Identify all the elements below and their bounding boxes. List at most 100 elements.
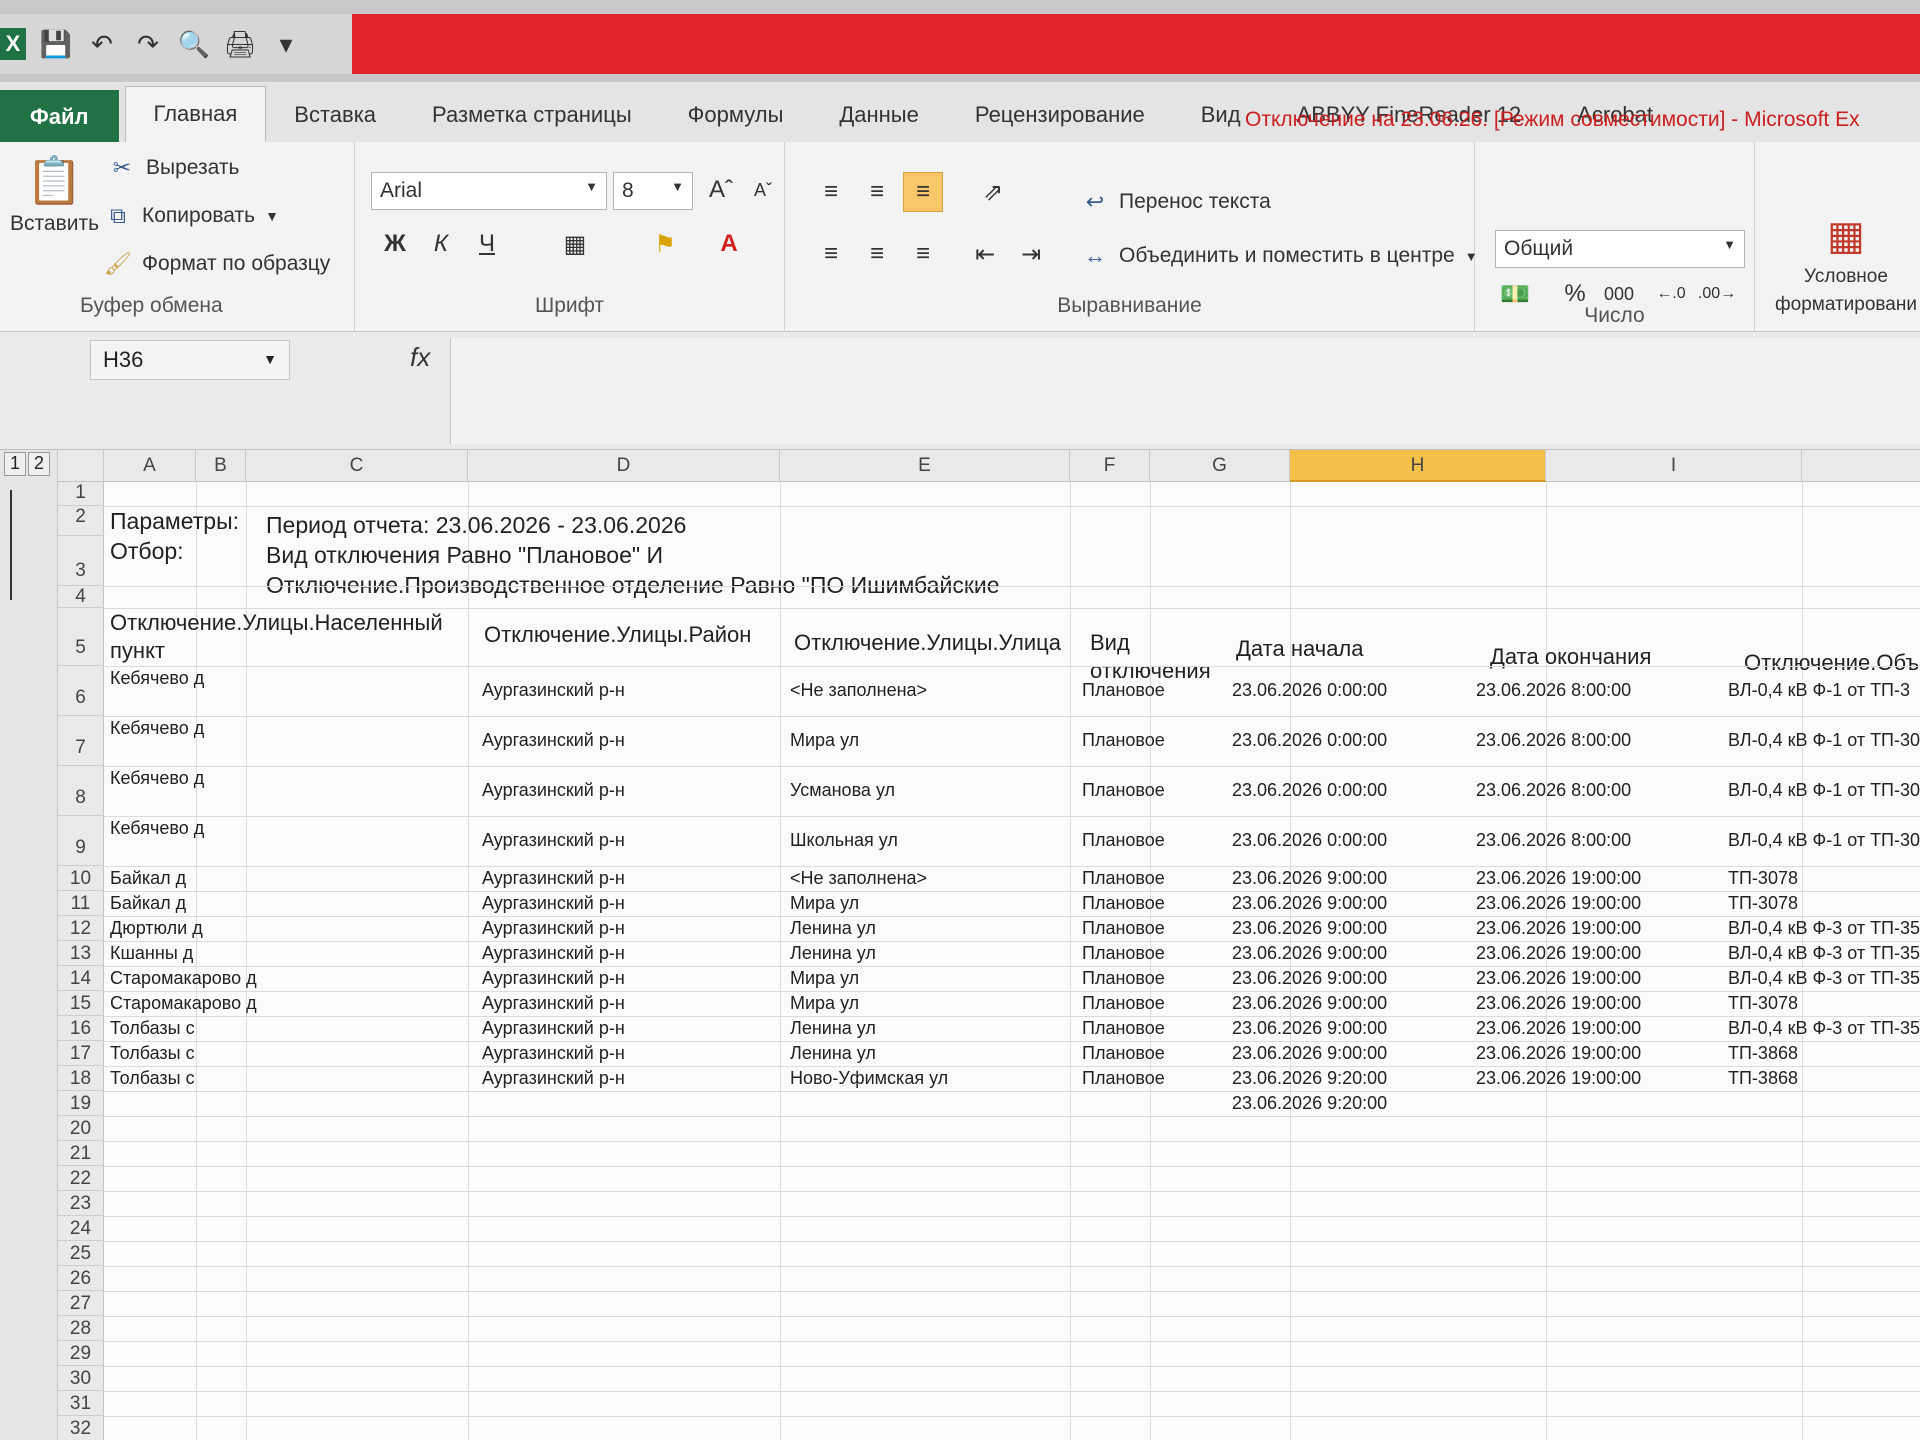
row-header[interactable]: 10: [58, 866, 104, 891]
row-header[interactable]: 12: [58, 916, 104, 941]
row-header[interactable]: 4: [58, 586, 104, 608]
cell-end[interactable]: 23.06.2026 19:00:00: [1476, 1068, 1641, 1089]
cell-kind[interactable]: Плановое: [1082, 993, 1165, 1014]
tab-data[interactable]: Данные: [811, 102, 946, 142]
row-header[interactable]: 16: [58, 1016, 104, 1041]
cell-district[interactable]: Аургазинский р-н: [482, 968, 625, 989]
cell-end[interactable]: 23.06.2026 19:00:00: [1476, 943, 1641, 964]
align-left-icon[interactable]: ≡: [811, 234, 851, 274]
cell-start[interactable]: 23.06.2026 9:00:00: [1232, 1018, 1387, 1039]
cell-object[interactable]: ТП-3868: [1728, 1043, 1798, 1064]
cell-settlement[interactable]: Толбазы с: [110, 1018, 195, 1039]
font-color-icon[interactable]: A: [709, 224, 749, 264]
cell-object[interactable]: ВЛ-0,4 кВ Ф-1 от ТП-30: [1728, 780, 1920, 801]
outline-level-1-button[interactable]: 1: [4, 452, 26, 476]
font-name-select[interactable]: Arial ▼: [371, 172, 607, 210]
cell-street[interactable]: Усманова ул: [790, 780, 895, 801]
bold-button[interactable]: Ж: [375, 224, 415, 264]
cell-start[interactable]: 23.06.2026 9:00:00: [1232, 968, 1387, 989]
cell-kind[interactable]: Плановое: [1082, 1068, 1165, 1089]
cell-kind[interactable]: Плановое: [1082, 918, 1165, 939]
cell-kind[interactable]: Плановое: [1082, 893, 1165, 914]
cell-street[interactable]: Ленина ул: [790, 943, 876, 964]
cell-district[interactable]: Аургазинский р-н: [482, 680, 625, 701]
cell-settlement[interactable]: Кебячево д: [110, 818, 204, 839]
row-header[interactable]: 19: [58, 1091, 104, 1116]
cell-street[interactable]: Мира ул: [790, 730, 859, 751]
cell-start[interactable]: 23.06.2026 9:00:00: [1232, 893, 1387, 914]
name-box[interactable]: H36 ▼: [90, 340, 290, 380]
cell-district[interactable]: Аургазинский р-н: [482, 1018, 625, 1039]
row-header[interactable]: 30: [58, 1366, 104, 1391]
shrink-font-button[interactable]: Aˇ: [743, 170, 783, 210]
cell-kind[interactable]: Плановое: [1082, 730, 1165, 751]
cell-street[interactable]: Мира ул: [790, 968, 859, 989]
cell-district[interactable]: Аургазинский р-н: [482, 1068, 625, 1089]
cell-settlement[interactable]: Дюртюли д: [110, 918, 203, 939]
row-header[interactable]: 6: [58, 666, 104, 716]
row-header[interactable]: 22: [58, 1166, 104, 1191]
cell-object[interactable]: ТП-3078: [1728, 893, 1798, 914]
print-preview-icon[interactable]: 🔍: [178, 28, 210, 60]
increase-indent-icon[interactable]: ⇥: [1011, 234, 1051, 274]
cell-district[interactable]: Аургазинский р-н: [482, 943, 625, 964]
row-header[interactable]: 31: [58, 1391, 104, 1416]
merge-center-button[interactable]: ↔ Объединить и поместить в центре ▼: [1081, 242, 1478, 270]
cell-start[interactable]: 23.06.2026 0:00:00: [1232, 780, 1387, 801]
row-header[interactable]: 15: [58, 991, 104, 1016]
cell-start[interactable]: 23.06.2026 9:00:00: [1232, 993, 1387, 1014]
cell-street[interactable]: Ленина ул: [790, 1043, 876, 1064]
copy-button[interactable]: ⧉ Копировать ▼: [104, 202, 279, 230]
row-header[interactable]: 25: [58, 1241, 104, 1266]
orientation-icon[interactable]: ⇗: [973, 172, 1013, 212]
cell-kind[interactable]: Плановое: [1082, 868, 1165, 889]
column-header-d[interactable]: D: [468, 450, 780, 482]
row-header[interactable]: 26: [58, 1266, 104, 1291]
cut-button[interactable]: ✂ Вырезать: [108, 154, 240, 182]
row-header[interactable]: 17: [58, 1041, 104, 1066]
cell-start[interactable]: 23.06.2026 9:20:00: [1232, 1093, 1387, 1114]
row-header[interactable]: 27: [58, 1291, 104, 1316]
cell-settlement[interactable]: Толбазы с: [110, 1043, 195, 1064]
row-header[interactable]: 28: [58, 1316, 104, 1341]
cell-start[interactable]: 23.06.2026 9:00:00: [1232, 1043, 1387, 1064]
cell-end[interactable]: 23.06.2026 8:00:00: [1476, 730, 1631, 751]
cell-settlement[interactable]: Байкал д: [110, 868, 186, 889]
tab-insert[interactable]: Вставка: [266, 102, 404, 142]
cell-street[interactable]: Мира ул: [790, 893, 859, 914]
cell-end[interactable]: 23.06.2026 19:00:00: [1476, 993, 1641, 1014]
column-header-e[interactable]: E: [780, 450, 1070, 482]
row-header[interactable]: 5: [58, 608, 104, 666]
row-header[interactable]: 9: [58, 816, 104, 866]
row-header[interactable]: 24: [58, 1216, 104, 1241]
cell-end[interactable]: 23.06.2026 19:00:00: [1476, 968, 1641, 989]
number-format-select[interactable]: Общий ▼: [1495, 230, 1745, 268]
cell-kind[interactable]: Плановое: [1082, 830, 1165, 851]
italic-button[interactable]: К: [421, 224, 461, 264]
cell-street[interactable]: <Не заполнена>: [790, 680, 927, 701]
formula-input[interactable]: [450, 338, 1920, 444]
redo-icon[interactable]: ↷: [132, 28, 164, 60]
cell-settlement[interactable]: Кшанны д: [110, 943, 193, 964]
cell-object[interactable]: ВЛ-0,4 кВ Ф-3 от ТП-3519: [1728, 918, 1920, 939]
row-header[interactable]: 21: [58, 1141, 104, 1166]
worksheet-grid[interactable]: 1 2 A B C D E F G H I 1 2 3 4 5 Параметр…: [0, 450, 1920, 1440]
cell-object[interactable]: ВЛ-0,4 кВ Ф-3 от ТП-3519: [1728, 968, 1920, 989]
grow-font-button[interactable]: Aˆ: [701, 170, 741, 210]
cell-kind[interactable]: Плановое: [1082, 943, 1165, 964]
column-header-c[interactable]: C: [246, 450, 468, 482]
select-all-corner[interactable]: [58, 450, 104, 482]
cell-start[interactable]: 23.06.2026 9:20:00: [1232, 1068, 1387, 1089]
cell-settlement[interactable]: Старомакарово д: [110, 968, 257, 989]
column-header-g[interactable]: G: [1150, 450, 1290, 482]
cell-start[interactable]: 23.06.2026 0:00:00: [1232, 680, 1387, 701]
undo-icon[interactable]: ↶: [86, 28, 118, 60]
cell-district[interactable]: Аургазинский р-н: [482, 730, 625, 751]
column-header-b[interactable]: B: [196, 450, 246, 482]
cell-object[interactable]: ВЛ-0,4 кВ Ф-3 от ТП-3519: [1728, 943, 1920, 964]
cell-end[interactable]: 23.06.2026 19:00:00: [1476, 893, 1641, 914]
tab-home[interactable]: Главная: [124, 86, 267, 142]
row-header[interactable]: 13: [58, 941, 104, 966]
underline-button[interactable]: Ч: [467, 224, 507, 264]
cell-object[interactable]: ВЛ-0,4 кВ Ф-1 от ТП-3: [1728, 680, 1910, 701]
